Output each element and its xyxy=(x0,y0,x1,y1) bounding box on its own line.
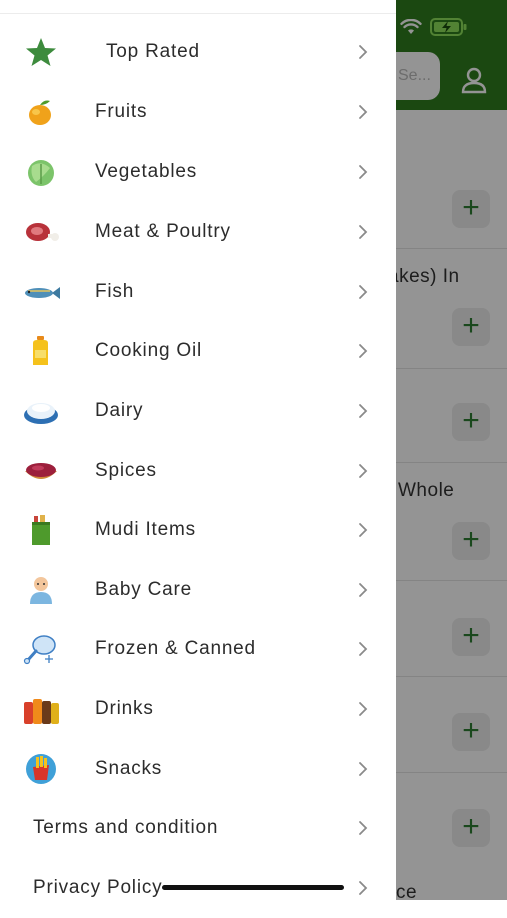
terms-label: Terms and condition xyxy=(33,817,219,838)
chevron-right-icon xyxy=(359,702,368,716)
chevron-right-icon xyxy=(359,583,368,597)
menu-item-fish[interactable]: Fish xyxy=(0,262,396,322)
menu-item-label: Meat & Poultry xyxy=(95,221,231,242)
menu-item-label: Baby Care xyxy=(95,579,192,600)
menu-item-label: Vegetables xyxy=(95,161,198,182)
chevron-right-icon xyxy=(359,642,368,656)
terms-link[interactable]: Terms and condition xyxy=(0,798,396,858)
chevron-right-icon xyxy=(359,464,368,478)
menu-item-label: Spices xyxy=(95,460,157,481)
oil-bottle-icon xyxy=(33,336,48,365)
chevron-right-icon xyxy=(359,344,368,358)
home-indicator[interactable] xyxy=(162,885,344,890)
menu-item-cooking-oil[interactable]: Cooking Oil xyxy=(0,321,396,381)
menu-item-top-rated[interactable]: Top Rated xyxy=(0,22,396,82)
meat-icon xyxy=(26,223,59,241)
chevron-right-icon xyxy=(359,105,368,119)
chevron-right-icon xyxy=(359,285,368,299)
menu-item-mudi-items[interactable]: Mudi Items xyxy=(0,500,396,560)
chevron-right-icon xyxy=(359,821,368,835)
chevron-right-icon xyxy=(359,45,368,59)
chevron-right-icon xyxy=(359,762,368,776)
menu-item-label: Frozen & Canned xyxy=(95,638,256,659)
menu-item-spices[interactable]: Spices xyxy=(0,441,396,501)
chevron-right-icon xyxy=(359,881,368,895)
fries-icon xyxy=(26,754,56,784)
menu-item-label: Top Rated xyxy=(106,41,200,62)
chevron-right-icon xyxy=(359,523,368,537)
menu-item-label: Dairy xyxy=(95,400,144,421)
baby-icon xyxy=(30,577,52,604)
frozen-chicken-icon xyxy=(23,635,56,665)
mango-icon xyxy=(29,100,51,125)
star-icon xyxy=(26,38,56,66)
spices-bowl-icon xyxy=(25,463,57,479)
menu-item-snacks[interactable]: Snacks xyxy=(0,739,396,799)
menu-item-label: Cooking Oil xyxy=(95,340,203,361)
privacy-policy-label: Privacy Policy xyxy=(33,877,163,898)
dairy-icon xyxy=(24,403,58,424)
menu-item-fruits[interactable]: Fruits xyxy=(0,82,396,142)
fish-icon xyxy=(25,287,60,299)
menu-item-baby-care[interactable]: Baby Care xyxy=(0,560,396,620)
chevron-right-icon xyxy=(359,165,368,179)
menu-item-frozen-canned[interactable]: Frozen & Canned xyxy=(0,619,396,679)
menu-item-label: Mudi Items xyxy=(95,519,196,540)
divider xyxy=(0,13,396,14)
grocery-bag-icon xyxy=(32,515,50,545)
cabbage-icon xyxy=(28,160,54,186)
menu-item-drinks[interactable]: Drinks xyxy=(0,679,396,739)
menu-item-meat-poultry[interactable]: Meat & Poultry xyxy=(0,202,396,262)
menu-item-label: Drinks xyxy=(95,698,154,719)
chevron-right-icon xyxy=(359,225,368,239)
menu-item-label: Fruits xyxy=(95,101,148,122)
menu-item-dairy[interactable]: Dairy xyxy=(0,381,396,441)
menu-item-vegetables[interactable]: Vegetables xyxy=(0,142,396,202)
chevron-right-icon xyxy=(359,404,368,418)
bottles-icon xyxy=(24,699,59,724)
menu-item-label: Fish xyxy=(95,281,135,302)
category-drawer: Top Rated Fruits Vegetables Meat & Poult… xyxy=(0,0,396,900)
menu-item-label: Snacks xyxy=(95,758,163,779)
